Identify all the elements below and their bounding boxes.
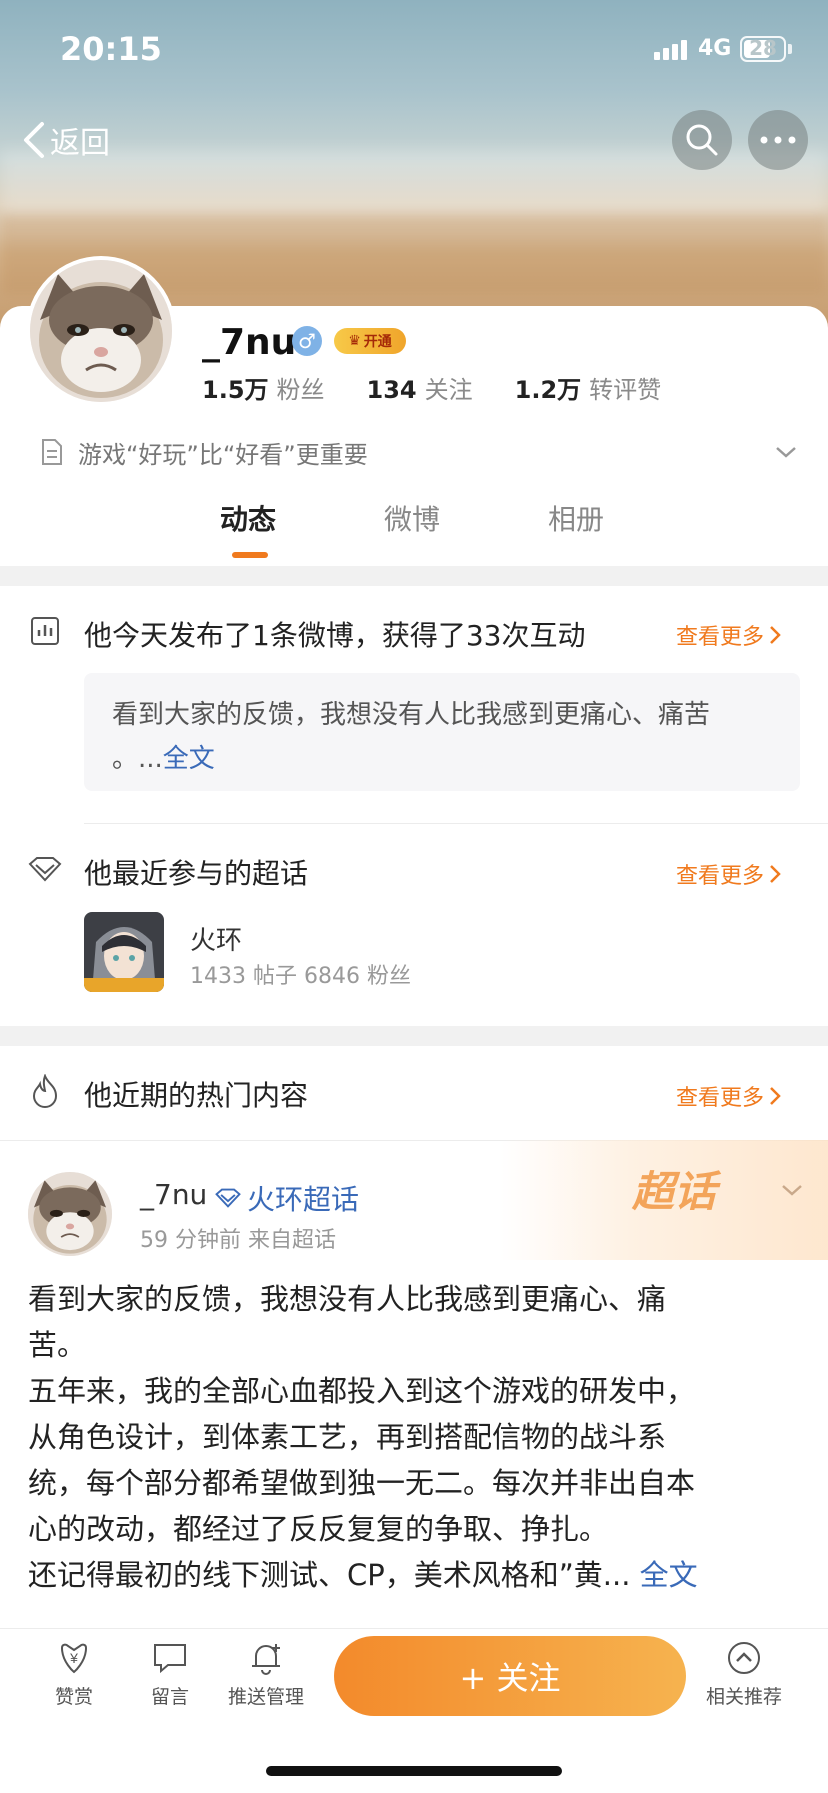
- post-topic-link[interactable]: 火环超话: [215, 1178, 359, 1218]
- chevron-right-icon: [770, 865, 781, 883]
- back-button[interactable]: 返回: [20, 118, 110, 162]
- divider: [84, 823, 828, 824]
- profile-stats: 1.5万 粉丝 134 关注 1.2万 转评赞: [202, 370, 661, 405]
- today-more-link[interactable]: 查看更多: [676, 619, 782, 651]
- profile-tabs: 动态 微博 相册: [0, 498, 828, 558]
- message-button[interactable]: 留言: [120, 1640, 220, 1709]
- tab-active-indicator: [232, 552, 268, 558]
- super-topic-name[interactable]: 火环: [190, 920, 242, 957]
- chevron-left-icon: [24, 122, 44, 158]
- quote-line-1: 看到大家的反馈，我想没有人比我感到更痛心、痛苦: [112, 700, 711, 730]
- chevron-right-icon: [770, 1087, 781, 1105]
- network-label: 4G: [698, 36, 732, 61]
- chart-icon: [30, 616, 60, 650]
- back-label: 返回: [50, 126, 110, 161]
- more-icon: [760, 136, 796, 144]
- read-full-link[interactable]: 全文: [163, 744, 215, 774]
- diamond-icon: [28, 856, 62, 886]
- chevron-down-icon: [776, 447, 796, 458]
- super-topic-stats: 1433 帖子 6846 粉丝: [190, 964, 411, 989]
- push-settings-button[interactable]: 推送管理: [216, 1640, 316, 1709]
- cat-avatar-icon: [30, 260, 172, 402]
- tab-weibo[interactable]: 微博: [384, 498, 440, 538]
- diamond-icon: [215, 1188, 241, 1208]
- post-body-line: 心的改动，都经过了反反复复的争取、挣扎。: [28, 1512, 609, 1546]
- chevron-up-circle-icon: [728, 1642, 760, 1674]
- gender-male-icon: ♂: [292, 326, 322, 356]
- hot-content-title: 他近期的热门内容: [84, 1079, 309, 1112]
- super-topic-title: 他最近参与的超话: [84, 857, 309, 890]
- section-gap: [0, 1026, 828, 1046]
- post-meta: 59 分钟前 来自超话: [140, 1228, 336, 1253]
- yen-coin-icon: ¥: [60, 1643, 88, 1674]
- post-avatar[interactable]: [28, 1172, 112, 1256]
- status-bar: 20:15 4G 28: [0, 0, 828, 100]
- super-topic-more-link[interactable]: 查看更多: [676, 858, 782, 890]
- crown-icon: ♛: [348, 333, 361, 349]
- interactions-stat[interactable]: 1.2万 转评赞: [515, 370, 662, 405]
- today-summary-title: 他今天发布了1条微博，获得了33次互动: [84, 619, 586, 652]
- following-stat[interactable]: 134 关注: [367, 370, 473, 405]
- bio-text: 游戏“好玩”比“好看”更重要: [78, 440, 368, 469]
- chevron-right-icon: [770, 626, 781, 644]
- super-topic-thumbnail[interactable]: [84, 912, 164, 992]
- avatar[interactable]: [26, 256, 176, 406]
- post-username[interactable]: _7nu: [140, 1178, 207, 1211]
- document-icon: [42, 439, 62, 465]
- post-body-line: 苦。: [28, 1328, 87, 1362]
- post-body-line: 还记得最初的线下测试、CP，美术风格和”黄... 全文: [28, 1558, 698, 1592]
- bell-plus-icon: [252, 1644, 280, 1675]
- flame-icon: [30, 1073, 60, 1112]
- post-body-line: 从角色设计，到体素工艺，再到搭配信物的战斗系: [28, 1420, 667, 1454]
- follow-button[interactable]: + 关注: [334, 1636, 686, 1716]
- chevron-down-icon[interactable]: [780, 1178, 804, 1206]
- hot-more-link[interactable]: 查看更多: [676, 1080, 782, 1112]
- home-indicator: [266, 1766, 562, 1776]
- status-time: 20:15: [60, 30, 162, 68]
- more-button[interactable]: [748, 110, 808, 170]
- battery-icon: 28: [740, 36, 786, 62]
- profile-name: _7nu: [202, 322, 297, 363]
- post-body-line: 统，每个部分都希望做到独一无二。每次并非出自本: [28, 1466, 696, 1500]
- related-recommend-button[interactable]: 相关推荐: [694, 1640, 794, 1709]
- bio-row[interactable]: 游戏“好玩”比“好看”更重要: [40, 432, 820, 472]
- post-body-line: 看到大家的反馈，我想没有人比我感到更痛心、痛: [28, 1282, 667, 1316]
- fans-stat[interactable]: 1.5万 粉丝: [202, 370, 325, 405]
- super-topic-watermark: 超话: [632, 1167, 717, 1216]
- search-icon: [686, 124, 718, 156]
- vip-open-label: 开通: [363, 334, 392, 350]
- chat-bubble-icon: [154, 1644, 186, 1674]
- battery-level: 28: [749, 36, 777, 60]
- post-preview-quote[interactable]: 看到大家的反馈，我想没有人比我感到更痛心、痛苦 。...全文: [84, 673, 800, 791]
- battery-cap: [788, 44, 792, 54]
- search-button[interactable]: [672, 110, 732, 170]
- section-gap: [0, 566, 828, 586]
- reward-button[interactable]: ¥ 赞赏: [24, 1640, 124, 1709]
- quote-line-2: 。...全文: [112, 744, 215, 774]
- read-full-link[interactable]: 全文: [640, 1558, 698, 1592]
- svg-text:¥: ¥: [69, 1650, 78, 1666]
- post-body-line: 五年来，我的全部心血都投入到这个游戏的研发中，: [28, 1374, 696, 1408]
- anime-character-icon: [84, 912, 164, 992]
- cat-avatar-icon: [28, 1172, 112, 1256]
- tab-album[interactable]: 相册: [548, 498, 604, 538]
- post-body[interactable]: 看到大家的反馈，我想没有人比我感到更痛心、痛 苦。 五年来，我的全部心血都投入到…: [28, 1276, 788, 1598]
- vip-open-badge[interactable]: ♛ 开通: [334, 328, 406, 354]
- tab-dynamic[interactable]: 动态: [220, 498, 276, 538]
- signal-icon: [654, 38, 690, 60]
